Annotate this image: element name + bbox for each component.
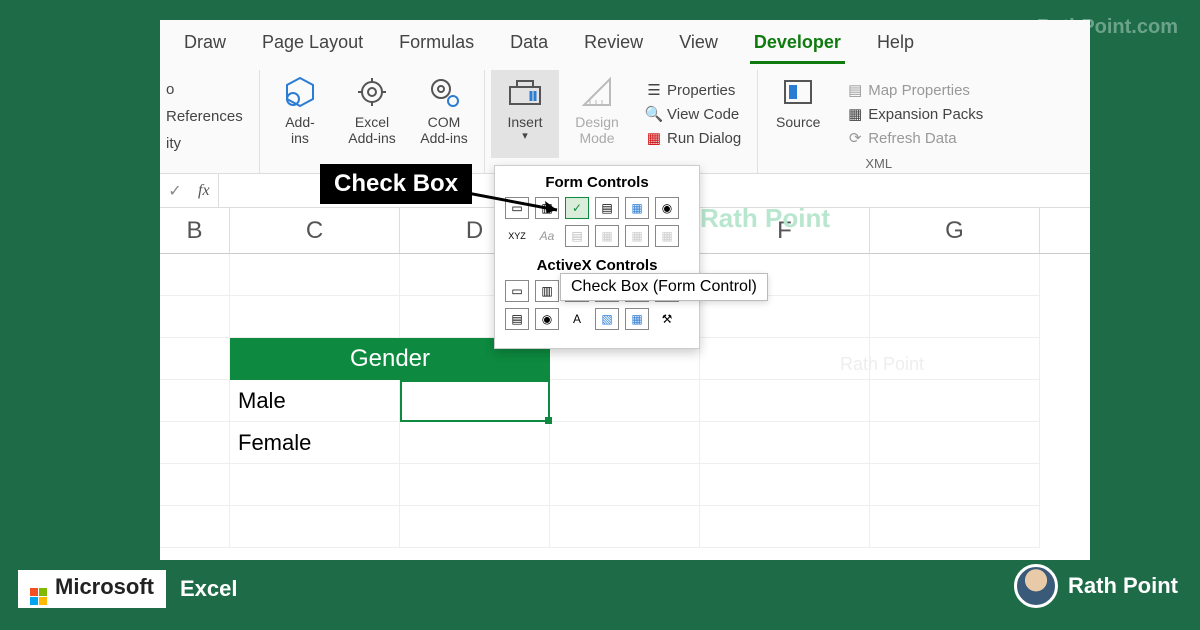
excel-addins-button[interactable]: Excel Add-ins (338, 70, 406, 158)
expansion-packs-icon: ▦ (846, 105, 864, 123)
microsoft-logo-icon (30, 588, 47, 605)
ax-toggle-icon[interactable]: ▦ (625, 308, 649, 330)
cell-female[interactable]: Female (230, 422, 400, 464)
insert-label: Insert (507, 114, 542, 130)
gear-icon (354, 74, 390, 110)
checkbox-tooltip: Check Box (Form Control) (560, 273, 768, 301)
ax-image-icon[interactable]: ▧ (595, 308, 619, 330)
addins-label: Add- ins (285, 114, 315, 146)
view-code-icon: 🔍 (645, 105, 663, 123)
source-label: Source (776, 114, 820, 130)
com-addins-button[interactable]: COM Add-ins (410, 70, 478, 158)
form-option-icon[interactable]: ◉ (655, 197, 679, 219)
view-code-label: View Code (667, 106, 739, 123)
excel-label: Excel (166, 570, 252, 608)
form-controls-grid: ▭ ▥ ✓ ▤ ▦ ◉ XYZ Aa ▤ ▦ ▦ ▦ (505, 197, 689, 255)
ax-button-icon[interactable]: ▭ (505, 280, 529, 302)
chevron-down-icon: ▾ (522, 130, 528, 143)
form-controls-title: Form Controls (505, 172, 689, 197)
design-mode-label: Design Mode (575, 114, 619, 146)
addins-icon (282, 74, 318, 110)
xml-group-label: XML (758, 156, 999, 171)
form-extra1-icon[interactable]: ▦ (595, 225, 619, 247)
refresh-icon: ⟳ (846, 129, 864, 147)
expansion-packs-button[interactable]: ▦Expansion Packs (842, 103, 987, 125)
tab-formulas[interactable]: Formulas (395, 28, 478, 64)
watermark-2: Rath Point (840, 354, 924, 375)
tab-review[interactable]: Review (580, 28, 647, 64)
form-extra3-icon[interactable]: ▦ (655, 225, 679, 247)
ax-option-icon[interactable]: ◉ (535, 308, 559, 330)
form-checkbox-icon[interactable]: ✓ (565, 197, 589, 219)
col-G[interactable]: G (870, 208, 1040, 253)
properties-icon: ☰ (645, 81, 663, 99)
map-properties-button: ▤Map Properties (842, 79, 987, 101)
tab-developer[interactable]: Developer (750, 28, 845, 64)
fx-label[interactable]: fx (190, 182, 218, 200)
ribbon-frag-2[interactable]: References (166, 103, 253, 130)
ribbon-group-addins: Add- ins Excel Add-ins COM Add-ins (260, 70, 485, 173)
excel-addins-label: Excel Add-ins (348, 114, 395, 146)
ribbon-left-fragment: o References ity (160, 70, 260, 173)
tab-view[interactable]: View (675, 28, 722, 64)
col-B[interactable]: B (160, 208, 230, 253)
ribbon-group-controls: Insert ▾ Design Mode ☰Properties 🔍View C… (485, 70, 758, 173)
tab-help[interactable]: Help (873, 28, 918, 64)
tab-draw[interactable]: Draw (180, 28, 230, 64)
source-button[interactable]: Source (764, 70, 832, 158)
ribbon-tabs: Draw Page Layout Formulas Data Review Vi… (160, 20, 1090, 64)
form-button-icon[interactable]: ▭ (505, 197, 529, 219)
refresh-data-button: ⟳Refresh Data (842, 127, 987, 149)
ax-more-icon[interactable]: ⚒ (655, 308, 679, 330)
gear-plus-icon (426, 74, 462, 110)
run-dialog-label: Run Dialog (667, 130, 741, 147)
form-scrollbar-icon[interactable]: ▤ (565, 225, 589, 247)
form-groupbox-icon[interactable]: XYZ (505, 225, 529, 247)
callout-label: Check Box (320, 164, 472, 204)
ruler-triangle-icon (579, 74, 615, 110)
view-code-button[interactable]: 🔍View Code (641, 103, 745, 125)
properties-label: Properties (667, 82, 735, 99)
run-dialog-button[interactable]: ▦Run Dialog (641, 127, 745, 149)
author-credit: Rath Point (1014, 564, 1178, 608)
ax-spin-icon[interactable]: ▤ (505, 308, 529, 330)
toolbox-icon (507, 74, 543, 110)
ribbon-frag-3: ity (166, 130, 253, 157)
insert-controls-popup: Form Controls ▭ ▥ ✓ ▤ ▦ ◉ XYZ Aa ▤ ▦ ▦ ▦… (494, 165, 700, 349)
author-avatar (1014, 564, 1058, 608)
design-mode-button[interactable]: Design Mode (563, 70, 631, 158)
form-label-icon[interactable]: Aa (535, 225, 559, 247)
ax-combo-icon[interactable]: ▥ (535, 280, 559, 302)
form-listbox-icon[interactable]: ▦ (625, 197, 649, 219)
expansion-packs-label: Expansion Packs (868, 106, 983, 123)
author-name: Rath Point (1068, 573, 1178, 599)
formula-confirm-icon[interactable]: ✓ (160, 181, 190, 201)
tab-page-layout[interactable]: Page Layout (258, 28, 367, 64)
map-properties-icon: ▤ (846, 81, 864, 99)
form-spinner-icon[interactable]: ▤ (595, 197, 619, 219)
microsoft-label: Microsoft (18, 574, 166, 605)
run-dialog-icon: ▦ (645, 129, 663, 147)
source-icon (780, 74, 816, 110)
col-C[interactable]: C (230, 208, 400, 253)
product-badge: Microsoft Excel (18, 570, 252, 608)
map-properties-label: Map Properties (868, 82, 970, 99)
com-addins-label: COM Add-ins (420, 114, 467, 146)
form-extra2-icon[interactable]: ▦ (625, 225, 649, 247)
addins-button[interactable]: Add- ins (266, 70, 334, 158)
ribbon: o References ity Add- ins Excel Add-ins … (160, 64, 1090, 174)
refresh-data-label: Refresh Data (868, 130, 956, 147)
col-F[interactable]: F (700, 208, 870, 253)
form-combo-icon[interactable]: ▥ (535, 197, 559, 219)
ax-label-icon[interactable]: A (565, 308, 589, 330)
insert-button[interactable]: Insert ▾ (491, 70, 559, 158)
properties-button[interactable]: ☰Properties (641, 79, 745, 101)
ribbon-frag-1: o (166, 76, 253, 103)
ribbon-group-xml: Source ▤Map Properties ▦Expansion Packs … (758, 70, 999, 173)
cell-male[interactable]: Male (230, 380, 400, 422)
tab-data[interactable]: Data (506, 28, 552, 64)
